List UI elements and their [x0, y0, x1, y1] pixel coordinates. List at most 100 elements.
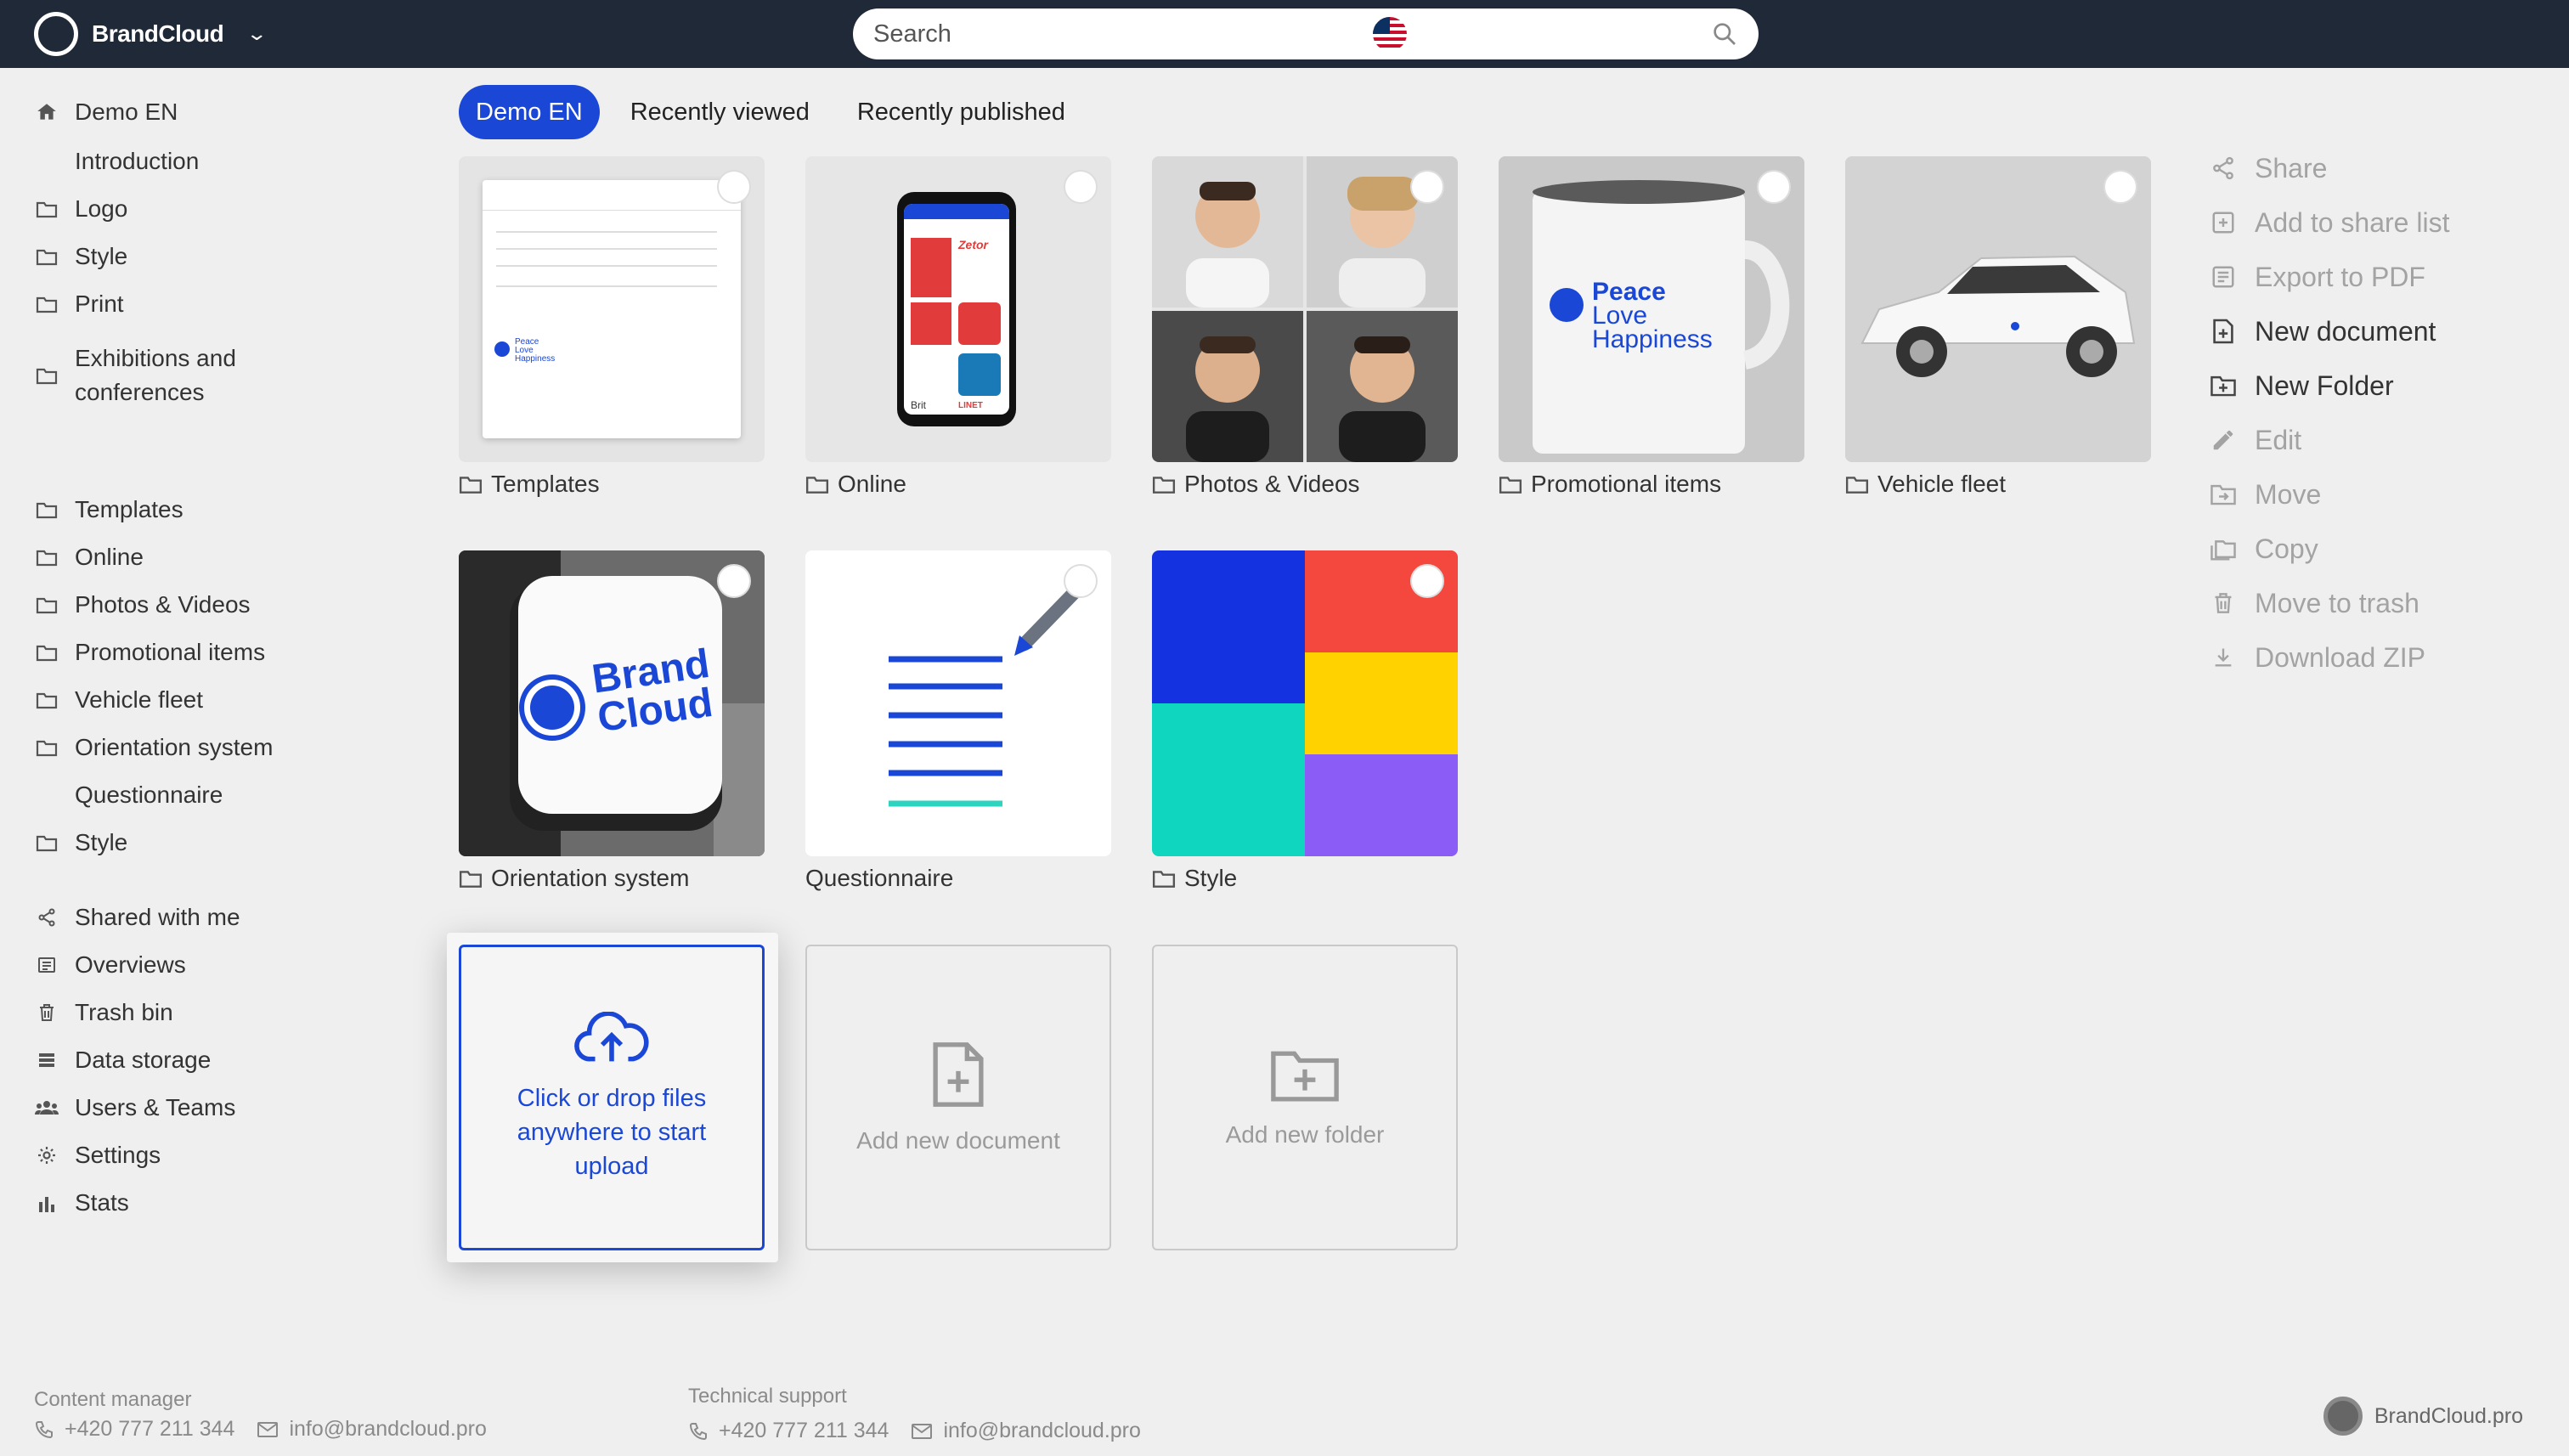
sidebar-item-questionnaire[interactable]: Questionnaire	[34, 776, 223, 814]
copy-icon	[2209, 534, 2238, 563]
sidebar-item-style-2[interactable]: Style	[34, 824, 127, 861]
zetor-logo: Zetor	[958, 238, 988, 251]
brandcloud-logo-icon	[34, 12, 78, 56]
sidebar-item-style[interactable]: Style	[34, 238, 127, 275]
share-list-icon	[2209, 208, 2238, 237]
technical-support-email[interactable]: info@brandcloud.pro	[943, 1419, 1140, 1443]
tab-demo-en[interactable]: Demo EN	[459, 85, 600, 139]
tab-recently-viewed[interactable]: Recently viewed	[613, 85, 827, 139]
tile-promotional-items[interactable]: Peace Love Happiness Promotional items	[1499, 156, 1804, 498]
sidebar-item-online[interactable]: Online	[34, 539, 144, 576]
action-share[interactable]: Share	[2209, 150, 2327, 187]
action-copy[interactable]: Copy	[2209, 530, 2318, 567]
vehicle-fleet-thumbnail	[1845, 156, 2151, 462]
folder-icon	[805, 477, 829, 494]
select-checkbox[interactable]	[1064, 564, 1098, 598]
sidebar-item-orientation-system[interactable]: Orientation system	[34, 729, 273, 766]
folder-icon	[459, 477, 483, 494]
templates-thumbnail: Peace Love Happiness	[459, 156, 765, 462]
sidebar-item-trash-bin[interactable]: Trash bin	[34, 994, 173, 1031]
action-download-zip[interactable]: Download ZIP	[2209, 639, 2425, 676]
sidebar-item-overviews[interactable]: Overviews	[34, 946, 186, 984]
bell-icon[interactable]	[1247, 15, 1284, 53]
photos-videos-thumbnail	[1152, 156, 1458, 462]
tile-style[interactable]: Style	[1152, 550, 1458, 892]
select-checkbox[interactable]	[717, 170, 751, 204]
add-new-document-button[interactable]: Add new document	[805, 945, 1111, 1250]
sidebar-item-stats[interactable]: Stats	[34, 1184, 129, 1222]
sidebar-root-demo-en[interactable]: Demo EN	[34, 93, 178, 131]
tile-label: Online	[805, 471, 1111, 498]
sidebar-item-promotional-items[interactable]: Promotional items	[34, 634, 265, 671]
search-bar	[853, 8, 1759, 59]
sidebar-item-photos-videos[interactable]: Photos & Videos	[34, 586, 251, 624]
sidebar-item-shared-with-me[interactable]: Shared with me	[34, 899, 240, 936]
action-new-folder[interactable]: New Folder	[2209, 367, 2394, 404]
tile-questionnaire[interactable]: Questionnaire	[805, 550, 1111, 892]
sidebar-item-introduction[interactable]: Introduction	[34, 143, 199, 180]
tile-templates[interactable]: Peace Love Happiness Templates	[459, 156, 765, 498]
action-export-to-pdf[interactable]: Export to PDF	[2209, 258, 2425, 296]
upload-dropzone[interactable]: Click or drop files anywhere to start up…	[459, 945, 765, 1250]
chevron-down-icon[interactable]: ⌄	[246, 23, 268, 45]
action-move-to-trash[interactable]: Move to trash	[2209, 584, 2419, 622]
sidebar-item-templates[interactable]: Templates	[34, 491, 184, 528]
select-checkbox[interactable]	[1064, 170, 1098, 204]
brandcloud-pro-text: BrandCloud.pro	[2374, 1403, 2523, 1428]
questionnaire-icon	[805, 550, 1111, 856]
avatar[interactable]: AR	[1313, 13, 1356, 55]
content-manager-phone[interactable]: +420 777 211 344	[65, 1417, 234, 1442]
tile-photos-videos[interactable]: Photos & Videos	[1152, 156, 1458, 498]
tile-online[interactable]: Zetor Brit LINET Online	[805, 156, 1111, 498]
sidebar-item-logo[interactable]: Logo	[34, 190, 127, 228]
move-icon	[2209, 480, 2238, 509]
select-checkbox[interactable]	[717, 564, 751, 598]
users-icon	[34, 1095, 59, 1120]
sidebar-item-label: Templates	[75, 496, 184, 522]
content-manager-email[interactable]: info@brandcloud.pro	[289, 1417, 486, 1442]
phone-icon	[688, 1421, 709, 1442]
tab-recently-published[interactable]: Recently published	[840, 85, 1082, 139]
sidebar-item-label: Data storage	[75, 1047, 212, 1073]
brandcloud-pro-link[interactable]: BrandCloud.pro	[2323, 1397, 2523, 1436]
tile-label: Vehicle fleet	[1845, 471, 2151, 498]
tile-vehicle-fleet[interactable]: Vehicle fleet	[1845, 156, 2151, 498]
sidebar-item-exhibitions[interactable]: Exhibitions and conferences	[34, 341, 289, 409]
action-new-document[interactable]: New document	[2209, 313, 2436, 350]
select-checkbox[interactable]	[1757, 170, 1791, 204]
select-checkbox[interactable]	[1410, 170, 1444, 204]
trash-icon	[2209, 589, 2238, 618]
workspace-switcher[interactable]: BrandCloud ⌄	[34, 12, 268, 56]
help-icon[interactable]	[1184, 15, 1222, 53]
sidebar-item-label: Style	[75, 243, 128, 269]
search-icon[interactable]	[1711, 20, 1738, 48]
folder-icon	[34, 196, 59, 222]
action-label: Add to share list	[2255, 206, 2450, 238]
action-add-to-share-list[interactable]: Add to share list	[2209, 204, 2449, 241]
sidebar-item-data-storage[interactable]: Data storage	[34, 1041, 211, 1079]
cloud-upload-icon	[574, 1012, 649, 1062]
sidebar-item-vehicle-fleet[interactable]: Vehicle fleet	[34, 681, 203, 719]
promotional-items-thumbnail: Peace Love Happiness	[1499, 156, 1804, 462]
select-checkbox[interactable]	[2103, 170, 2137, 204]
sign-logo-text: Brand Cloud	[590, 641, 717, 741]
sidebar-item-users-teams[interactable]: Users & Teams	[34, 1089, 235, 1126]
sidebar-item-label: Overviews	[75, 951, 186, 978]
us-flag-icon[interactable]	[1371, 15, 1409, 53]
add-new-folder-button[interactable]: Add new folder	[1152, 945, 1458, 1250]
phone-frame: Zetor Brit LINET	[897, 192, 1016, 426]
tile-orientation-system[interactable]: Brand Cloud Orientation system	[459, 550, 765, 892]
sidebar-item-print[interactable]: Print	[34, 285, 124, 323]
gear-icon	[34, 1143, 59, 1168]
select-checkbox[interactable]	[1410, 564, 1444, 598]
action-move[interactable]: Move	[2209, 476, 2321, 513]
action-edit[interactable]: Edit	[2209, 421, 2301, 459]
add-new-folder-label: Add new folder	[1225, 1121, 1385, 1148]
tile-label: Photos & Videos	[1152, 471, 1458, 498]
storage-icon	[34, 1047, 59, 1073]
folder-icon	[1499, 477, 1522, 494]
sidebar-item-label: Orientation system	[75, 734, 274, 760]
folder-icon	[34, 291, 59, 317]
technical-support-phone[interactable]: +420 777 211 344	[719, 1419, 889, 1443]
sidebar-item-settings[interactable]: Settings	[34, 1137, 161, 1174]
